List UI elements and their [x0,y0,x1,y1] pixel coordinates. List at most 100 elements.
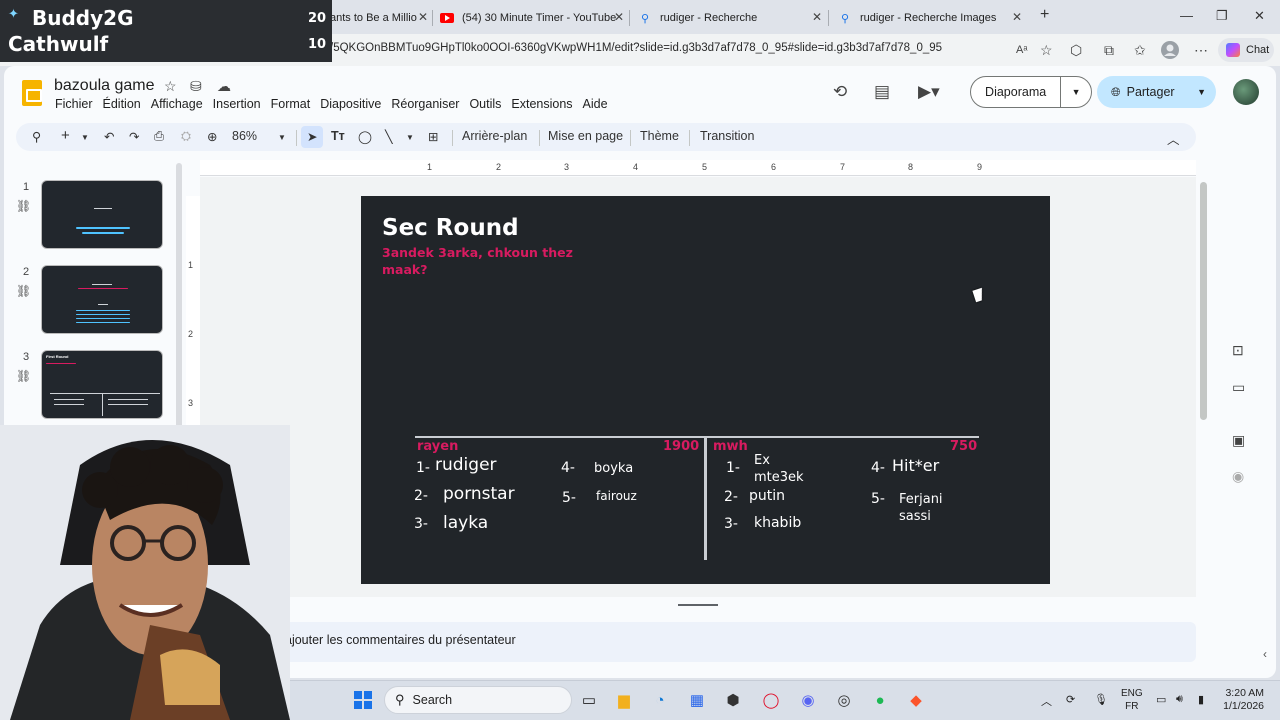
star-icon[interactable]: ☆ [164,78,177,95]
app-icon[interactable]: ⬢ [722,689,744,711]
team-name-left[interactable]: rayen [417,439,458,454]
volume-icon[interactable]: 🔊︎ [1176,693,1183,706]
shape-icon[interactable]: ◯ [358,129,372,144]
team-score-left[interactable]: 1900 [663,439,699,454]
share-button[interactable]: 🌐︎ Partager ▼ [1097,76,1216,108]
answer-text[interactable]: Hit*er [892,457,939,474]
favorites-icon[interactable]: ✩ [1134,42,1146,59]
display-icon[interactable]: ▭ [1156,693,1166,706]
team-score-right[interactable]: 750 [950,439,977,454]
answer-text[interactable]: khabib [754,515,801,532]
answer-text[interactable]: rudiger [435,457,497,474]
close-icon[interactable]: ✕ [614,10,624,24]
battery-icon[interactable]: ▮ [1198,693,1204,706]
undo-icon[interactable]: ↶ [104,129,114,144]
zoom-select[interactable]: 86% [232,129,257,143]
browser-tab[interactable]: (54) 30 Minute Timer - YouTube ✕ [440,6,624,30]
text-box-icon[interactable]: Tт [331,129,345,143]
redo-icon[interactable]: ↷ [129,129,139,144]
theme-button[interactable]: Thème [640,129,679,143]
menu-aide[interactable]: Aide [583,97,608,113]
app-icon[interactable]: ◎ [833,689,855,711]
answer-text[interactable]: pornstar [443,486,515,503]
side-panel-expand-icon[interactable]: ‹ [1263,647,1267,661]
url-field[interactable]: /5QKGOnBBMTuo9GHpTl0ko0OOI-6360gVKwpWH1M… [330,42,942,54]
close-icon[interactable]: ✕ [1012,10,1022,24]
slide-title[interactable]: Sec Round [382,215,519,241]
new-tab-icon[interactable]: + [1040,6,1049,24]
slide-thumbnail-1[interactable] [41,180,163,249]
menu-affichage[interactable]: Affichage [151,97,203,113]
read-aloud-icon[interactable]: Aᵃ [1016,44,1027,56]
more-options-icon[interactable]: ⋯ [1194,42,1208,59]
chevron-down-icon[interactable]: ▼ [278,133,286,142]
cloud-status-icon[interactable]: ☁ [217,78,231,95]
search-menus-icon[interactable]: ⚲ [32,129,41,144]
menu-diapositive[interactable]: Diapositive [320,97,381,113]
add-comment-icon[interactable]: ⊞ [428,129,438,144]
line-icon[interactable]: ╲ [385,129,393,144]
profile-icon[interactable] [1160,40,1180,63]
tray-expand-icon[interactable]: ︿ [1041,693,1052,709]
team-name-right[interactable]: mwh [713,439,748,454]
menu-edition[interactable]: Édition [103,97,141,113]
image-insert-icon[interactable]: ⊡ [1232,342,1244,359]
notes-resize-handle[interactable] [678,604,718,606]
answer-text[interactable]: layka [443,515,488,532]
windows-start-icon[interactable] [352,689,374,711]
editor-scrollbar[interactable] [1200,182,1207,420]
slide-thumbnail-3[interactable]: First Round [41,350,163,419]
meet-camera-icon[interactable]: ▶▾ [918,82,940,102]
split-screen-icon[interactable]: ⧉ [1104,42,1114,59]
folder-icon[interactable]: ▭ [1232,379,1245,396]
move-folder-icon[interactable]: ⛁ [190,78,202,95]
chevron-down-icon[interactable]: ▼ [1197,87,1206,97]
microphone-icon[interactable]: 🎙︎ [1094,693,1108,706]
answer-text[interactable]: putin [749,488,785,505]
extensions-icon[interactable]: ⬡ [1070,42,1082,59]
menu-reorganiser[interactable]: Réorganiser [391,97,459,113]
file-explorer-icon[interactable]: ▆ [613,689,635,711]
avatar[interactable] [1233,79,1259,105]
menu-insertion[interactable]: Insertion [213,97,261,113]
comments-icon[interactable]: ▤ [874,82,890,102]
slide-subtitle[interactable]: 3andek 3arka, chkoun thez maak? [382,244,602,278]
restore-icon[interactable]: ❐ [1216,8,1228,24]
present-icon[interactable]: ▣ [1232,432,1245,449]
transition-button[interactable]: Transition [700,129,754,143]
minimize-icon[interactable]: — [1180,8,1193,23]
speaker-notes-placeholder[interactable]: ajouter les commentaires du présentateur [285,633,516,647]
slideshow-button[interactable]: Diaporama ▼ [970,76,1092,108]
copilot-chat-button[interactable]: Chat [1218,38,1274,62]
opera-icon[interactable]: ◯ [760,689,782,711]
chevron-down-icon[interactable]: ▼ [1061,87,1091,97]
answer-text[interactable]: fairouz [596,488,637,505]
menu-format[interactable]: Format [271,97,311,113]
brave-icon[interactable]: ◆ [905,689,927,711]
history-icon[interactable]: ⟲ [833,82,847,102]
language-indicator[interactable]: ENG FR [1121,687,1143,713]
record-icon[interactable]: ◉ [1232,468,1244,485]
browser-tab[interactable]: ants to Be a Millio ✕ [330,6,428,30]
close-icon[interactable]: ✕ [812,10,822,24]
layout-button[interactable]: Mise en page [548,129,623,143]
current-slide[interactable]: Sec Round 3andek 3arka, chkoun thez maak… [361,196,1050,584]
task-view-icon[interactable]: ▭ [578,689,600,711]
select-cursor-icon[interactable]: ➤ [307,129,317,144]
answer-text[interactable]: Ex mte3ek [754,452,818,486]
document-title[interactable]: bazoula game [54,77,155,95]
paint-format-icon[interactable]: ⛭ [181,129,191,144]
answer-text[interactable]: Ferjani sassi [899,491,959,525]
browser-tab[interactable]: ⚲ rudiger - Recherche ✕ [638,6,822,30]
zoom-icon[interactable]: ⊕ [207,129,217,144]
filmstrip-scrollbar[interactable] [176,163,182,433]
print-icon[interactable]: ⎙ [154,129,164,144]
menu-outils[interactable]: Outils [469,97,501,113]
system-clock[interactable]: 3:20 AM 1/1/2026 [1220,687,1264,713]
chevron-down-icon[interactable]: ▼ [81,133,89,142]
bookmark-star-icon[interactable]: ☆ [1040,42,1053,59]
menu-fichier[interactable]: Fichier [55,97,93,113]
discord-icon[interactable]: ◉ [797,689,819,711]
new-slide-icon[interactable]: + [61,127,70,144]
chevron-down-icon[interactable]: ▼ [406,133,414,142]
